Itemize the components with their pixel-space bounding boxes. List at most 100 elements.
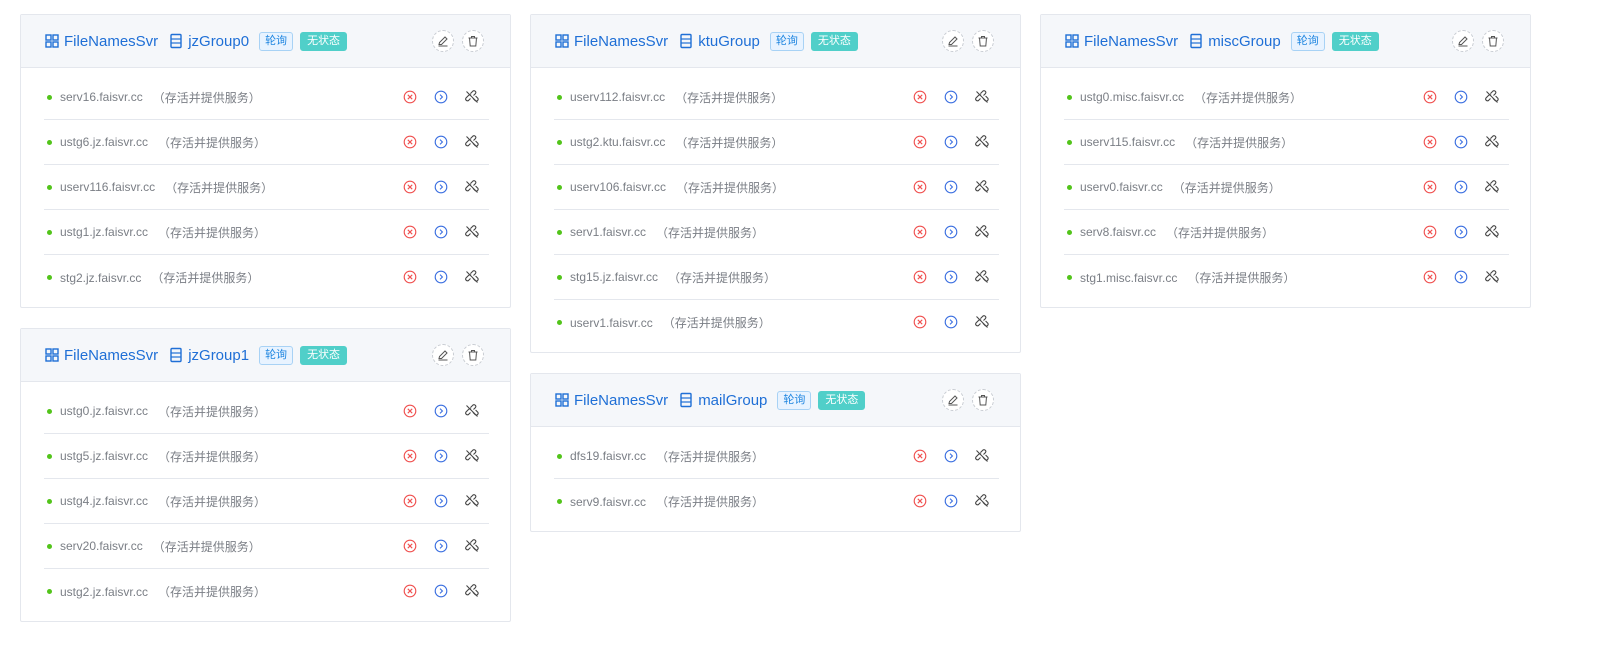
play-circle-icon[interactable] — [434, 404, 448, 418]
edit-button[interactable] — [1452, 30, 1474, 52]
online-status-dot — [557, 274, 562, 280]
unlink-icon[interactable] — [465, 584, 479, 598]
unlink-icon[interactable] — [465, 539, 479, 553]
stop-circle-x-icon[interactable] — [403, 135, 417, 149]
unlink-icon[interactable] — [975, 315, 989, 329]
play-circle-icon[interactable] — [944, 225, 958, 239]
play-circle-icon[interactable] — [1454, 225, 1468, 239]
unlink-icon[interactable] — [465, 494, 479, 508]
server-status: （存活并提供服务） — [675, 135, 784, 150]
stop-circle-x-icon[interactable] — [913, 494, 927, 508]
play-circle-icon[interactable] — [944, 180, 958, 194]
unlink-icon[interactable] — [465, 404, 479, 418]
server-row: ustg5.jz.faisvr.cc （存活并提供服务） — [44, 434, 489, 479]
stop-circle-x-icon[interactable] — [1423, 270, 1437, 284]
server-status: （存活并提供服务） — [656, 225, 765, 240]
stop-circle-x-icon[interactable] — [913, 180, 927, 194]
stop-circle-x-icon[interactable] — [913, 449, 927, 463]
play-circle-icon[interactable] — [1454, 180, 1468, 194]
stop-circle-x-icon[interactable] — [403, 494, 417, 508]
delete-button[interactable] — [972, 30, 994, 52]
play-circle-icon[interactable] — [434, 135, 448, 149]
unlink-icon[interactable] — [975, 494, 989, 508]
edit-button[interactable] — [942, 30, 964, 52]
play-circle-icon[interactable] — [434, 584, 448, 598]
unlink-icon[interactable] — [465, 225, 479, 239]
online-status-dot — [557, 139, 562, 145]
delete-button[interactable] — [1482, 30, 1504, 52]
unlink-icon[interactable] — [975, 180, 989, 194]
play-circle-icon[interactable] — [944, 449, 958, 463]
unlink-icon[interactable] — [975, 449, 989, 463]
server-row: serv1.faisvr.cc （存活并提供服务） — [554, 210, 999, 255]
play-circle-icon[interactable] — [1454, 270, 1468, 284]
server-row: userv106.faisvr.cc （存活并提供服务） — [554, 165, 999, 210]
stop-circle-x-icon[interactable] — [913, 225, 927, 239]
stop-circle-x-icon[interactable] — [913, 90, 927, 104]
play-circle-icon[interactable] — [434, 539, 448, 553]
server-row: ustg2.ktu.faisvr.cc （存活并提供服务） — [554, 120, 999, 165]
stop-circle-x-icon[interactable] — [403, 90, 417, 104]
play-circle-icon[interactable] — [434, 494, 448, 508]
unlink-icon[interactable] — [465, 90, 479, 104]
play-circle-icon[interactable] — [944, 315, 958, 329]
edit-button[interactable] — [432, 30, 454, 52]
play-circle-icon[interactable] — [1454, 135, 1468, 149]
stop-circle-x-icon[interactable] — [403, 225, 417, 239]
stop-circle-x-icon[interactable] — [403, 404, 417, 418]
stop-circle-x-icon[interactable] — [403, 449, 417, 463]
unlink-icon[interactable] — [1485, 270, 1499, 284]
online-status-dot — [557, 499, 562, 504]
stop-circle-x-icon[interactable] — [913, 135, 927, 149]
unlink-icon[interactable] — [1485, 135, 1499, 149]
row-actions — [403, 494, 479, 508]
unlink-icon[interactable] — [1485, 225, 1499, 239]
edit-pencil-icon — [947, 35, 959, 47]
play-circle-icon[interactable] — [434, 225, 448, 239]
play-circle-icon[interactable] — [434, 90, 448, 104]
unlink-icon[interactable] — [975, 135, 989, 149]
stop-circle-x-icon[interactable] — [1423, 135, 1437, 149]
stateless-tag: 无状态 — [300, 31, 348, 51]
server-host: userv106.faisvr.cc — [570, 180, 667, 194]
play-circle-icon[interactable] — [944, 494, 958, 508]
stop-circle-x-icon[interactable] — [1423, 180, 1437, 194]
stop-circle-x-icon[interactable] — [403, 539, 417, 553]
row-actions — [403, 90, 479, 104]
stop-circle-x-icon[interactable] — [1423, 225, 1437, 239]
stop-circle-x-icon[interactable] — [913, 270, 927, 284]
play-circle-icon[interactable] — [944, 90, 958, 104]
unlink-icon[interactable] — [975, 270, 989, 284]
play-circle-icon[interactable] — [434, 449, 448, 463]
unlink-icon[interactable] — [465, 135, 479, 149]
service-name: FileNamesSvr — [64, 346, 159, 364]
play-circle-icon[interactable] — [434, 270, 448, 284]
play-circle-icon[interactable] — [944, 135, 958, 149]
stop-circle-x-icon[interactable] — [403, 180, 417, 194]
server-row: ustg4.jz.faisvr.cc （存活并提供服务） — [44, 479, 489, 524]
card-actions — [1452, 30, 1504, 52]
unlink-icon[interactable] — [465, 270, 479, 284]
edit-button[interactable] — [942, 389, 964, 411]
online-status-dot — [47, 408, 52, 414]
unlink-icon[interactable] — [465, 180, 479, 194]
stop-circle-x-icon[interactable] — [403, 270, 417, 284]
server-host: ustg0.jz.faisvr.cc — [60, 404, 149, 418]
unlink-icon[interactable] — [975, 225, 989, 239]
play-circle-icon[interactable] — [944, 270, 958, 284]
unlink-icon[interactable] — [465, 449, 479, 463]
stop-circle-x-icon[interactable] — [1423, 90, 1437, 104]
edit-button[interactable] — [432, 344, 454, 366]
unlink-icon[interactable] — [1485, 180, 1499, 194]
server-status: （存活并提供服务） — [668, 270, 777, 285]
delete-button[interactable] — [972, 389, 994, 411]
server-host: userv0.faisvr.cc — [1080, 180, 1163, 194]
unlink-icon[interactable] — [1485, 90, 1499, 104]
stop-circle-x-icon[interactable] — [913, 315, 927, 329]
delete-button[interactable] — [462, 30, 484, 52]
delete-button[interactable] — [462, 344, 484, 366]
unlink-icon[interactable] — [975, 90, 989, 104]
stop-circle-x-icon[interactable] — [403, 584, 417, 598]
play-circle-icon[interactable] — [1454, 90, 1468, 104]
play-circle-icon[interactable] — [434, 180, 448, 194]
